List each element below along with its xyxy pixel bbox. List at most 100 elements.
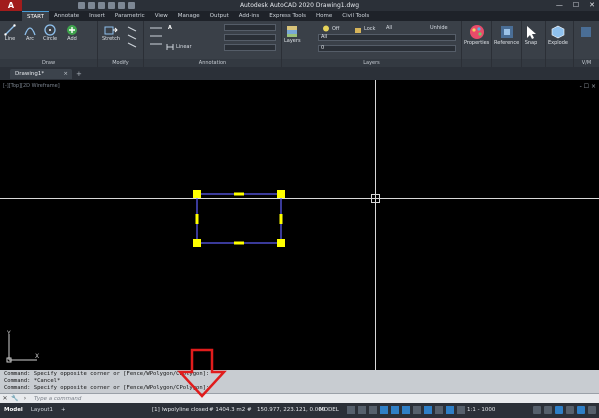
new-tab-button[interactable]: + [76, 70, 82, 78]
layers-panel-label[interactable]: Layers [282, 59, 461, 67]
modify-small-icons[interactable] [126, 25, 140, 51]
otrack-icon[interactable] [402, 406, 410, 414]
tab-express-tools[interactable]: Express Tools [264, 11, 311, 21]
reference-tool[interactable]: Reference [494, 24, 519, 46]
osnap-icon[interactable] [391, 406, 399, 414]
tab-output[interactable]: Output [205, 11, 234, 21]
tab-home[interactable]: Home [311, 11, 337, 21]
tab-addins[interactable]: Add-ins [234, 11, 265, 21]
ortho-icon[interactable] [369, 406, 377, 414]
hardware-acceleration-icon[interactable] [566, 406, 574, 414]
clean-screen-icon[interactable] [577, 406, 585, 414]
tab-view[interactable]: View [150, 11, 173, 21]
ribbon-tabs: START Annotate Insert Parametric View Ma… [22, 11, 374, 21]
annotation-visibility-icon[interactable] [446, 406, 454, 414]
stretch-icon [104, 26, 118, 35]
circle-tool[interactable]: Circle [43, 24, 57, 42]
transparency-icon[interactable] [424, 406, 432, 414]
maximize-button[interactable]: ☐ [573, 1, 579, 9]
vertex-grip[interactable] [277, 190, 285, 198]
open-icon[interactable] [88, 2, 95, 9]
vm-panel-label[interactable]: V/M [574, 59, 599, 67]
midpoint-grip[interactable] [279, 214, 283, 224]
command-input[interactable]: Type a command [34, 396, 81, 402]
tab-start[interactable]: START [22, 11, 49, 21]
layer-all-tool[interactable]: All [386, 25, 392, 31]
new-icon[interactable] [78, 2, 85, 9]
current-layer-dropdown[interactable]: 0 [318, 45, 456, 52]
reference-panel: Reference [492, 21, 522, 67]
viewport-controls[interactable]: - ☐ × [580, 83, 596, 90]
customization-menu-icon[interactable] [588, 406, 596, 414]
isolate-objects-icon[interactable] [555, 406, 563, 414]
arc-tool[interactable]: Arc [24, 24, 36, 42]
tab-parametric[interactable]: Parametric [110, 11, 150, 21]
line-tool[interactable]: Line [4, 24, 16, 42]
annotation-small-icons[interactable] [148, 24, 166, 54]
tab-civil-tools[interactable]: Civil Tools [337, 11, 374, 21]
layer-filter-dropdown[interactable]: All [318, 34, 456, 41]
polar-icon[interactable] [380, 406, 388, 414]
vertex-grip[interactable] [193, 190, 201, 198]
close-button[interactable]: ✕ [589, 1, 595, 9]
grid-icon[interactable] [347, 406, 355, 414]
redo-icon[interactable] [118, 2, 125, 9]
crosshair-vertical [375, 80, 376, 370]
properties-tool[interactable]: Properties [464, 24, 489, 46]
bulb-icon [323, 25, 329, 32]
linear-dim-tool[interactable]: Linear [166, 43, 192, 51]
draw-panel-label[interactable]: Draw [0, 59, 97, 67]
close-tab-icon[interactable]: × [63, 69, 68, 79]
selected-polyline[interactable] [190, 188, 290, 248]
viewport-label[interactable]: [-][Top][2D Wireframe] [3, 83, 60, 89]
command-prompt-icon[interactable]: › [20, 395, 30, 402]
file-tab-drawing1[interactable]: Drawing1* × [10, 69, 72, 79]
add-layout-button[interactable]: + [57, 405, 70, 416]
undo-icon[interactable] [108, 2, 115, 9]
layout1-tab[interactable]: Layout1 [27, 405, 57, 416]
midpoint-grip[interactable] [234, 241, 244, 245]
minimize-button[interactable]: — [556, 1, 563, 9]
autoscale-icon[interactable] [457, 406, 465, 414]
annotation-scale[interactable]: 1:1 - 1000 [467, 407, 495, 413]
plot-icon[interactable] [128, 2, 135, 9]
vm-panel: V/M [574, 21, 599, 67]
vertex-grip[interactable] [277, 239, 285, 247]
annotation-monitor-icon[interactable] [544, 406, 552, 414]
workspace-gear-icon[interactable] [533, 406, 541, 414]
drawing-area[interactable]: [-][Top][2D Wireframe] - ☐ × Y X [0, 80, 599, 370]
layer-properties-tool[interactable]: Layers [284, 24, 301, 44]
midpoint-grip[interactable] [234, 192, 244, 196]
layer-lock-tool[interactable]: Lock [354, 25, 375, 33]
snap-tool[interactable]: Snap [524, 24, 538, 46]
tab-manage[interactable]: Manage [173, 11, 205, 21]
lineweight-icon[interactable] [413, 406, 421, 414]
explode-tool[interactable]: Explode [548, 24, 568, 46]
text-icon[interactable]: A [168, 25, 172, 31]
autocad-logo[interactable]: A [0, 0, 22, 11]
dim-style-dropdown[interactable] [224, 34, 276, 41]
layer-off-tool[interactable]: Off [322, 25, 339, 33]
vm-icon[interactable] [579, 25, 593, 39]
text-style-dropdown[interactable] [224, 24, 276, 31]
add-tool[interactable]: Add [66, 24, 78, 42]
coordinate-readout[interactable]: 150.977, 223.121, 0.000 [257, 407, 325, 413]
table-style-dropdown[interactable] [224, 44, 276, 51]
snap-mode-icon[interactable] [358, 406, 366, 414]
tab-insert[interactable]: Insert [84, 11, 110, 21]
annotation-panel-label[interactable]: Annotation [144, 59, 281, 67]
close-command-icon[interactable]: ✕ [0, 395, 10, 402]
model-tab[interactable]: Model [0, 405, 27, 416]
customize-command-icon[interactable]: 🔧 [10, 395, 20, 402]
tab-annotate[interactable]: Annotate [49, 11, 84, 21]
model-space-toggle[interactable]: MODEL [319, 407, 339, 413]
midpoint-grip[interactable] [195, 214, 199, 224]
save-icon[interactable] [98, 2, 105, 9]
command-line: ✕ 🔧 › Type a command [0, 393, 599, 403]
stretch-tool[interactable]: Stretch [102, 24, 120, 42]
selection-cycling-icon[interactable] [435, 406, 443, 414]
modify-panel-label[interactable]: Modify [98, 59, 143, 67]
palette-icon [469, 25, 484, 39]
unhide-tool[interactable]: Unhide [430, 25, 448, 31]
vertex-grip[interactable] [193, 239, 201, 247]
